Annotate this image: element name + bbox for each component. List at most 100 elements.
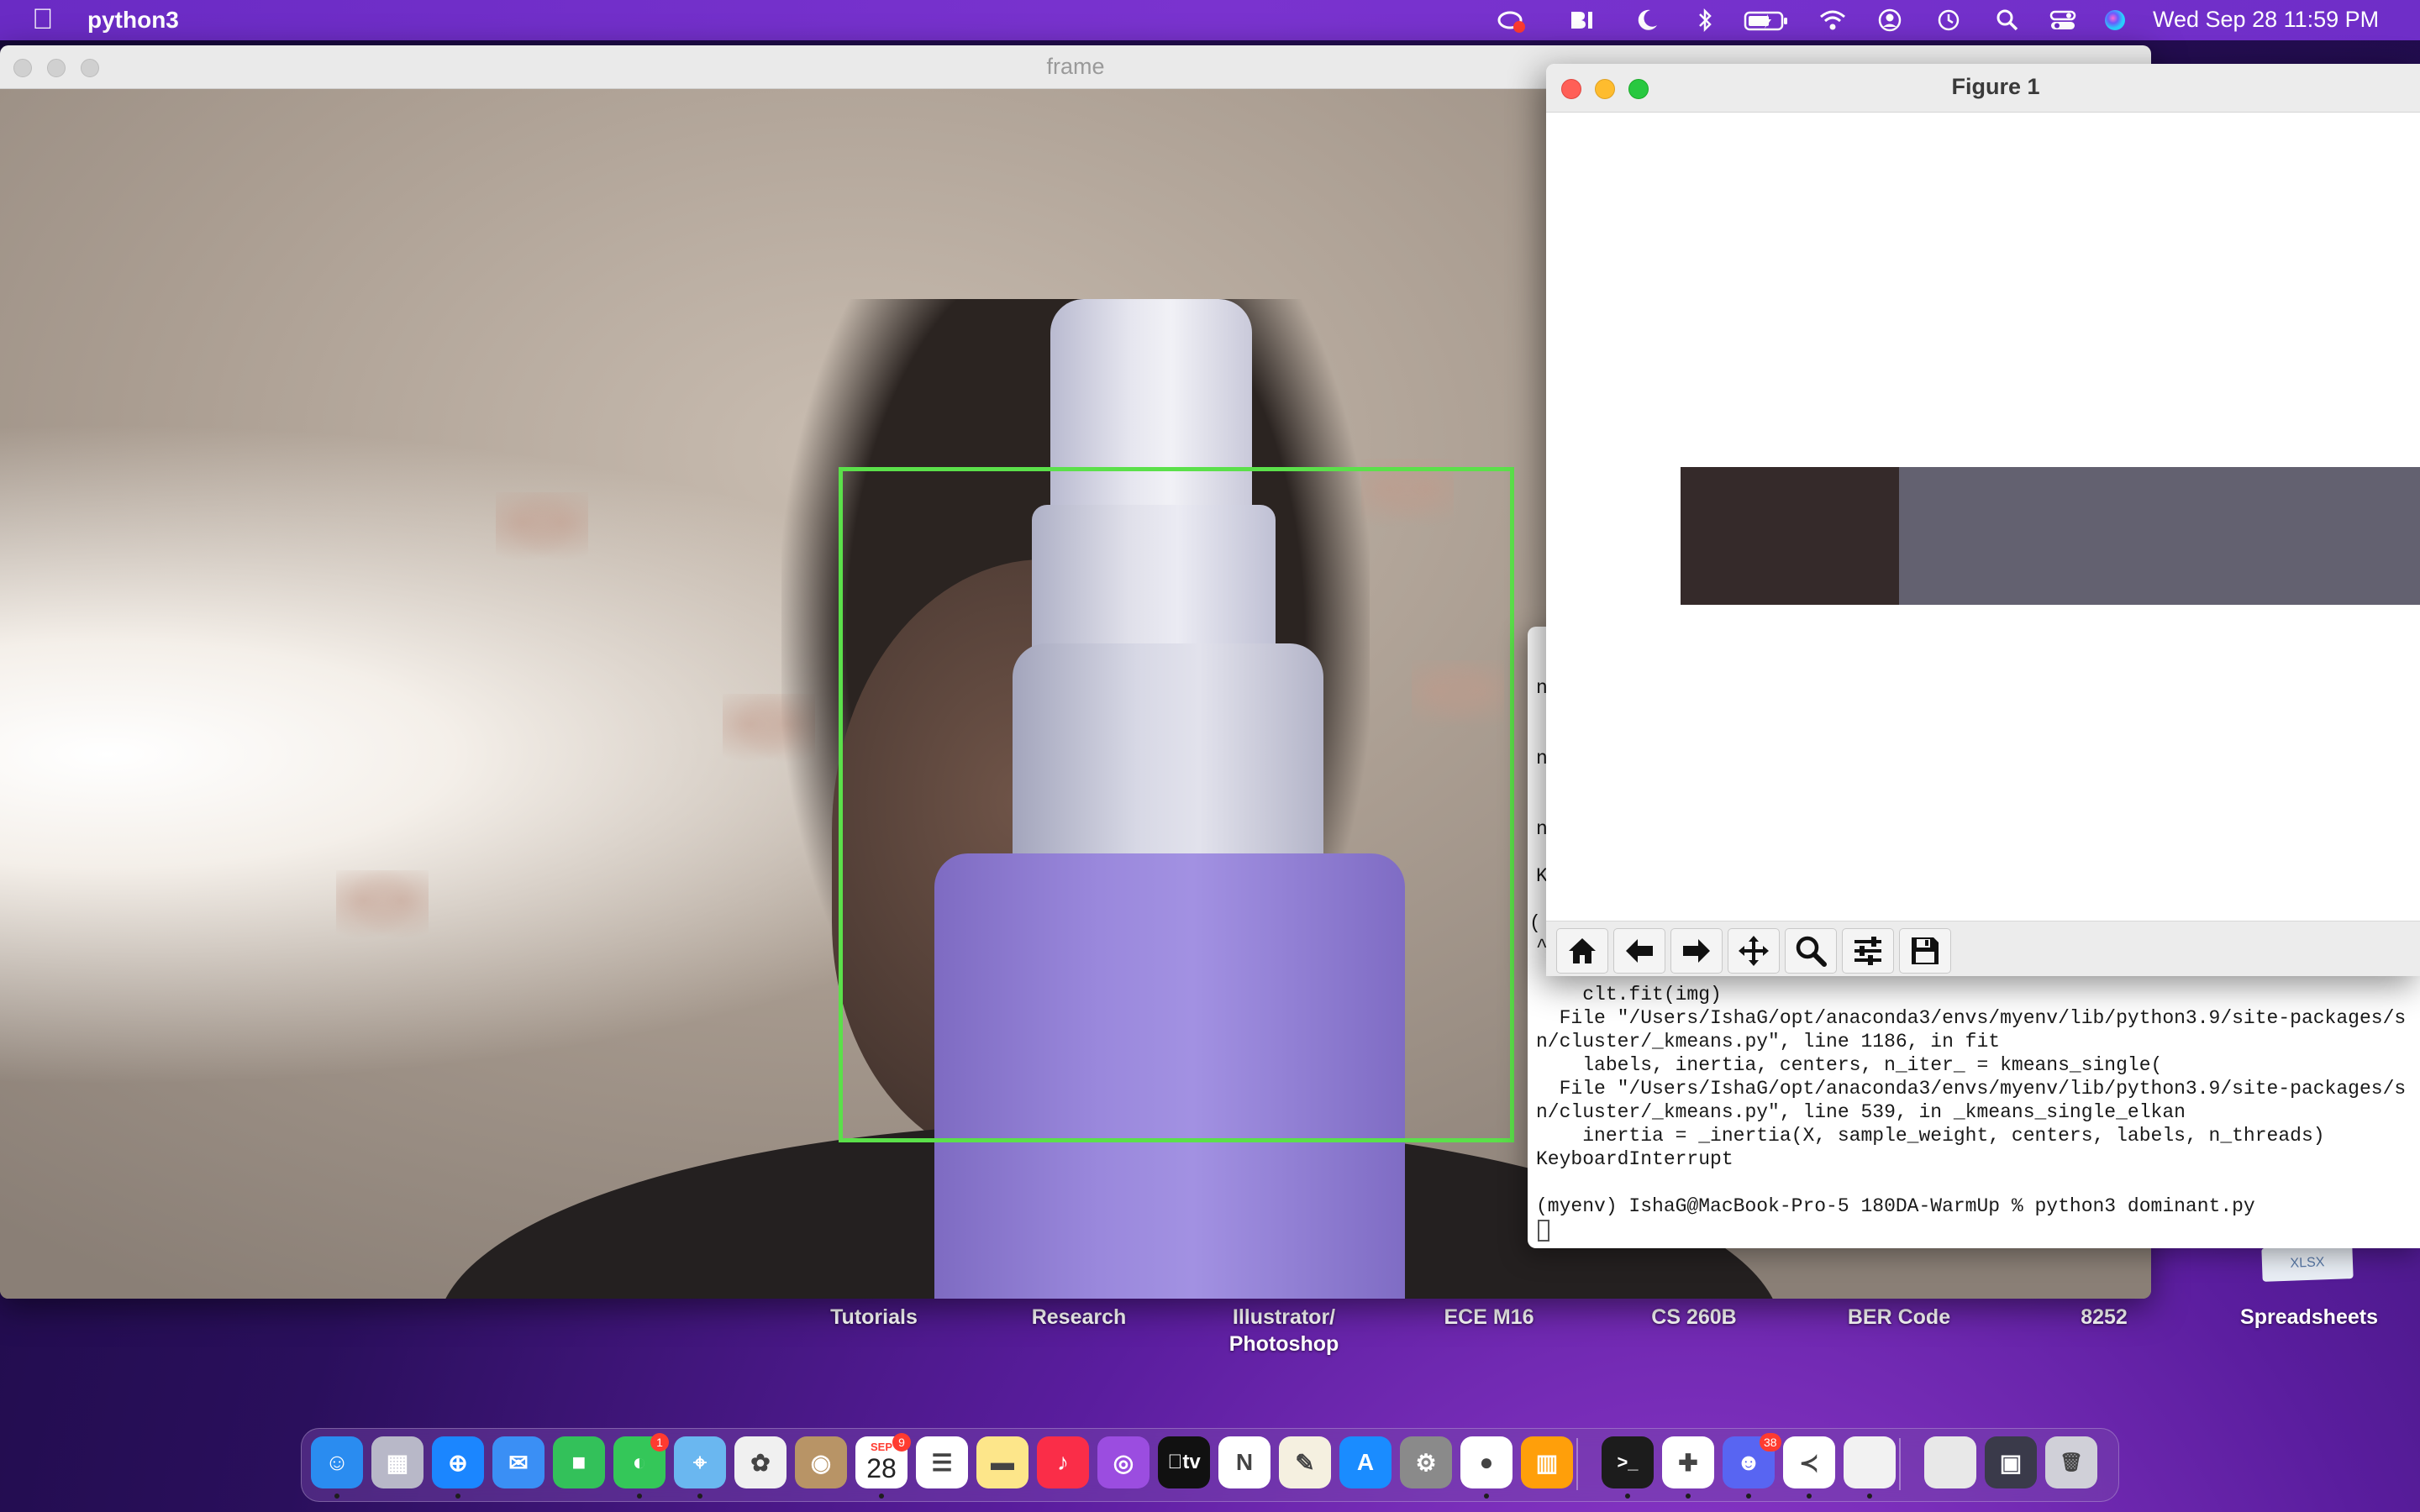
home-button[interactable]	[1556, 928, 1608, 974]
launchpad-icon[interactable]: ▦	[371, 1436, 424, 1488]
desktop-folder-spreadsheets[interactable]: Spreadsheets	[2225, 1304, 2393, 1331]
notes-icon[interactable]: ▬	[976, 1436, 1028, 1488]
battery-icon[interactable]	[1743, 7, 1790, 34]
terminal-line: n/cluster/_kmeans.py", line 1186, in fit	[1536, 1031, 2001, 1053]
menu-bar:  python3 Wed Sep 28 11:59 PM	[0, 0, 2420, 40]
running-indicator	[1484, 1494, 1489, 1499]
desktop-folder-ber-code[interactable]: BER Code	[1815, 1304, 1983, 1331]
running-indicator	[1746, 1494, 1751, 1499]
dock-separator	[1899, 1438, 1901, 1490]
terminal-cursor	[1538, 1220, 1549, 1242]
terminal-line: KeyboardInterrupt	[1536, 1148, 1733, 1170]
figure-canvas[interactable]	[1546, 113, 2420, 921]
calendar-badge: 9	[892, 1433, 911, 1452]
photos-icon[interactable]: ✿	[734, 1436, 786, 1488]
pan-icon	[1739, 936, 1769, 966]
detection-box	[839, 467, 1514, 1142]
running-indicator	[1867, 1494, 1872, 1499]
wallpaper-butterfly	[496, 492, 588, 568]
menu-bar-clock[interactable]: Wed Sep 28 11:59 PM	[2153, 7, 2379, 33]
finder-icon[interactable]: ☺	[311, 1436, 363, 1488]
facetime-icon[interactable]: ■	[553, 1436, 605, 1488]
siri-icon[interactable]	[2101, 7, 2129, 34]
save-figure-button[interactable]	[1899, 928, 1951, 974]
save-icon	[1912, 937, 1939, 964]
trash-icon[interactable]: 🗑	[2045, 1436, 2097, 1488]
terminal-clipped-text: (	[1529, 912, 1541, 934]
window-title: Figure 1	[1951, 74, 2040, 99]
dominant-color-bar	[1681, 467, 2420, 605]
figure-window[interactable]: Figure 1	[1546, 64, 2420, 976]
vscode-icon[interactable]: ≺	[1783, 1436, 1835, 1488]
desktop-folder-research[interactable]: Research	[995, 1304, 1163, 1331]
zoom-rect-button[interactable]	[1785, 928, 1837, 974]
reminders-icon[interactable]: ☰	[916, 1436, 968, 1488]
running-indicator	[1625, 1494, 1630, 1499]
chrome-icon[interactable]: ●	[1460, 1436, 1512, 1488]
active-app-name[interactable]: python3	[87, 7, 179, 34]
desktop-folder-cs-260b[interactable]: CS 260B	[1610, 1304, 1778, 1331]
control-center-icon[interactable]	[2049, 7, 2077, 34]
terminal-line: clt.fit(img)	[1536, 984, 1722, 1005]
forward-arrow-icon	[1683, 939, 1710, 963]
dock-separator	[1576, 1438, 1578, 1490]
bluetooth-icon[interactable]	[1691, 7, 1719, 34]
apple-tv-label: tv	[1167, 1451, 1200, 1473]
tv-icon[interactable]: tv	[1158, 1436, 1210, 1488]
running-indicator	[1807, 1494, 1812, 1499]
terminal-line: inertia = _inertia(X, sample_weight, cen…	[1536, 1125, 2325, 1147]
system-preferences-icon[interactable]: ⚙	[1400, 1436, 1452, 1488]
screenshot-stack-icon[interactable]: ▣	[1985, 1436, 2037, 1488]
desktop-folder-illustrator-photoshop[interactable]: Illustrator/ Photoshop	[1200, 1304, 1368, 1357]
terminal-prompt-line[interactable]: (myenv) IshaG@MacBook-Pro-5 180DA-WarmUp…	[1536, 1194, 2255, 1218]
color-bar-segment-0	[1681, 467, 1899, 605]
terminal-icon[interactable]: >_	[1602, 1436, 1654, 1488]
keynote-icon[interactable]: ✎	[1279, 1436, 1331, 1488]
terminal-line: File "/Users/IshaG/opt/anaconda3/envs/my…	[1536, 1078, 2407, 1100]
running-indicator	[637, 1494, 642, 1499]
mail-icon[interactable]: ✉	[492, 1436, 544, 1488]
color-bar-segment-1	[1899, 467, 2420, 605]
configure-icon	[1854, 937, 1881, 965]
bi-icon[interactable]	[1568, 7, 1597, 34]
creative-cloud-icon[interactable]	[1497, 7, 1526, 34]
terminal-line: n/cluster/_kmeans.py", line 539, in _kme…	[1536, 1101, 2186, 1123]
messages-badge: 1	[650, 1433, 669, 1452]
maps-icon[interactable]: ⌖	[674, 1436, 726, 1488]
music-icon[interactable]: ♪	[1037, 1436, 1089, 1488]
app-store-icon[interactable]: A	[1339, 1436, 1392, 1488]
desktop-folder-ece-m16[interactable]: ECE M16	[1405, 1304, 1573, 1331]
home-icon	[1569, 938, 1596, 963]
configure-subplots-button[interactable]	[1842, 928, 1894, 974]
calendar-month: SEP	[870, 1441, 892, 1453]
apple-menu-icon[interactable]: 	[32, 3, 54, 36]
desktop-folder-8252[interactable]: 8252	[2020, 1304, 2188, 1331]
figure-titlebar[interactable]: Figure 1	[1546, 64, 2420, 113]
contacts-icon[interactable]: ◉	[795, 1436, 847, 1488]
slack-icon[interactable]: ✚	[1662, 1436, 1714, 1488]
zoom-icon	[1796, 936, 1827, 967]
running-indicator	[334, 1494, 339, 1499]
discord-badge: 38	[1760, 1433, 1781, 1452]
user-icon[interactable]	[1876, 7, 1904, 34]
safari-icon[interactable]: ⊕	[432, 1436, 484, 1488]
running-indicator	[879, 1494, 884, 1499]
search-icon[interactable]	[1993, 7, 2022, 34]
books-icon[interactable]: ▥	[1521, 1436, 1573, 1488]
wifi-icon[interactable]	[1818, 7, 1847, 34]
desktop-folder-tutorials[interactable]: Tutorials	[790, 1304, 958, 1331]
forward-button[interactable]	[1670, 928, 1723, 974]
spreadsheets-folder-thumbnail[interactable]: XLSX	[2261, 1245, 2354, 1282]
running-indicator	[1686, 1494, 1691, 1499]
pan-button[interactable]	[1728, 928, 1780, 974]
podcasts-icon[interactable]: ◎	[1097, 1436, 1150, 1488]
news-icon[interactable]: N	[1218, 1436, 1270, 1488]
back-arrow-icon	[1626, 939, 1653, 963]
python-doc-icon[interactable]	[1924, 1436, 1976, 1488]
back-button[interactable]	[1613, 928, 1665, 974]
moon-icon[interactable]	[1634, 7, 1662, 34]
terminal-line: File "/Users/IshaG/opt/anaconda3/envs/my…	[1536, 1007, 2407, 1029]
time-machine-icon[interactable]	[1934, 7, 1963, 34]
document-icon[interactable]	[1844, 1436, 1896, 1488]
running-indicator	[697, 1494, 702, 1499]
